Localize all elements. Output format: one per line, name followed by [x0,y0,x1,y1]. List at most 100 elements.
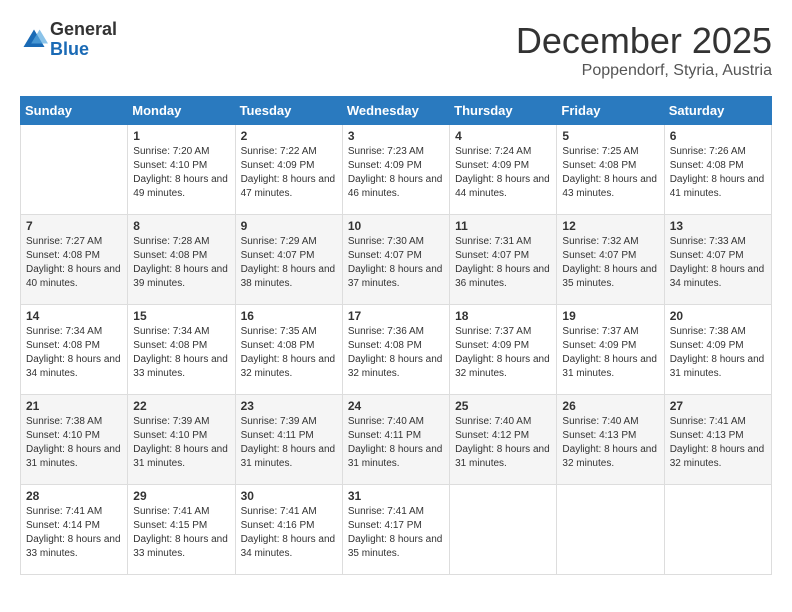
calendar-cell: 21 Sunrise: 7:38 AM Sunset: 4:10 PM Dayli… [21,395,128,485]
day-number: 16 [241,309,337,323]
day-number: 21 [26,399,122,413]
day-info: Sunrise: 7:41 AM Sunset: 4:15 PM Dayligh… [133,505,229,561]
page-header: General Blue December 2025 Poppendorf, S… [20,20,772,80]
day-info: Sunrise: 7:29 AM Sunset: 4:07 PM Dayligh… [241,235,337,291]
month-title: December 2025 [516,20,772,62]
day-number: 23 [241,399,337,413]
day-info: Sunrise: 7:27 AM Sunset: 4:08 PM Dayligh… [26,235,122,291]
calendar-cell: 30 Sunrise: 7:41 AM Sunset: 4:16 PM Dayli… [235,485,342,575]
day-info: Sunrise: 7:30 AM Sunset: 4:07 PM Dayligh… [348,235,444,291]
logo-icon [20,26,48,54]
day-info: Sunrise: 7:23 AM Sunset: 4:09 PM Dayligh… [348,145,444,201]
calendar-cell: 20Sunrise: 7:38 AM Sunset: 4:09 PM Dayli… [664,305,771,395]
day-number: 11 [455,219,551,233]
day-number: 20 [670,309,766,323]
day-info: Sunrise: 7:26 AM Sunset: 4:08 PM Dayligh… [670,145,766,201]
calendar-cell: 9Sunrise: 7:29 AM Sunset: 4:07 PM Daylig… [235,215,342,305]
day-info: Sunrise: 7:28 AM Sunset: 4:08 PM Dayligh… [133,235,229,291]
day-number: 6 [670,129,766,143]
day-number: 28 [26,489,122,503]
logo-blue-text: Blue [50,40,117,60]
day-info: Sunrise: 7:41 AM Sunset: 4:17 PM Dayligh… [348,505,444,561]
calendar-cell: 27Sunrise: 7:41 AM Sunset: 4:13 PM Dayli… [664,395,771,485]
calendar-cell: 5 Sunrise: 7:25 AM Sunset: 4:08 PM Daylig… [557,125,664,215]
calendar-cell: 22 Sunrise: 7:39 AM Sunset: 4:10 PM Dayli… [128,395,235,485]
day-info: Sunrise: 7:36 AM Sunset: 4:08 PM Dayligh… [348,325,444,381]
day-number: 13 [670,219,766,233]
calendar-cell: 26Sunrise: 7:40 AM Sunset: 4:13 PM Dayli… [557,395,664,485]
day-number: 5 [562,129,658,143]
calendar-cell [664,485,771,575]
calendar-week-row: 14 Sunrise: 7:34 AM Sunset: 4:08 PM Dayli… [21,305,772,395]
day-number: 30 [241,489,337,503]
calendar-table: SundayMondayTuesdayWednesdayThursdayFrid… [20,96,772,575]
day-info: Sunrise: 7:22 AM Sunset: 4:09 PM Dayligh… [241,145,337,201]
day-number: 10 [348,219,444,233]
calendar-cell: 13 Sunrise: 7:33 AM Sunset: 4:07 PM Dayli… [664,215,771,305]
day-info: Sunrise: 7:39 AM Sunset: 4:11 PM Dayligh… [241,415,337,471]
calendar-cell: 7 Sunrise: 7:27 AM Sunset: 4:08 PM Daylig… [21,215,128,305]
weekday-header: Monday [128,97,235,125]
day-number: 19 [562,309,658,323]
calendar-week-row: 21 Sunrise: 7:38 AM Sunset: 4:10 PM Dayli… [21,395,772,485]
day-number: 15 [133,309,229,323]
day-number: 18 [455,309,551,323]
weekday-header: Thursday [450,97,557,125]
calendar-cell: 8 Sunrise: 7:28 AM Sunset: 4:08 PM Daylig… [128,215,235,305]
location: Poppendorf, Styria, Austria [516,62,772,80]
calendar-week-row: 7 Sunrise: 7:27 AM Sunset: 4:08 PM Daylig… [21,215,772,305]
day-number: 26 [562,399,658,413]
day-info: Sunrise: 7:37 AM Sunset: 4:09 PM Dayligh… [455,325,551,381]
calendar-cell: 24Sunrise: 7:40 AM Sunset: 4:11 PM Dayli… [342,395,449,485]
logo-text: General Blue [50,20,117,60]
calendar-cell: 3Sunrise: 7:23 AM Sunset: 4:09 PM Daylig… [342,125,449,215]
day-info: Sunrise: 7:37 AM Sunset: 4:09 PM Dayligh… [562,325,658,381]
day-info: Sunrise: 7:25 AM Sunset: 4:08 PM Dayligh… [562,145,658,201]
day-number: 29 [133,489,229,503]
calendar-cell: 2 Sunrise: 7:22 AM Sunset: 4:09 PM Daylig… [235,125,342,215]
calendar-header-row: SundayMondayTuesdayWednesdayThursdayFrid… [21,97,772,125]
calendar-week-row: 1 Sunrise: 7:20 AM Sunset: 4:10 PM Daylig… [21,125,772,215]
day-number: 8 [133,219,229,233]
calendar-cell [557,485,664,575]
day-number: 1 [133,129,229,143]
calendar-cell: 23 Sunrise: 7:39 AM Sunset: 4:11 PM Dayli… [235,395,342,485]
weekday-header: Wednesday [342,97,449,125]
weekday-header: Saturday [664,97,771,125]
weekday-header: Friday [557,97,664,125]
calendar-cell: 31 Sunrise: 7:41 AM Sunset: 4:17 PM Dayli… [342,485,449,575]
calendar-cell: 19 Sunrise: 7:37 AM Sunset: 4:09 PM Dayli… [557,305,664,395]
day-info: Sunrise: 7:41 AM Sunset: 4:16 PM Dayligh… [241,505,337,561]
calendar-week-row: 28 Sunrise: 7:41 AM Sunset: 4:14 PM Dayli… [21,485,772,575]
day-info: Sunrise: 7:41 AM Sunset: 4:14 PM Dayligh… [26,505,122,561]
day-number: 31 [348,489,444,503]
day-info: Sunrise: 7:38 AM Sunset: 4:10 PM Dayligh… [26,415,122,471]
day-number: 2 [241,129,337,143]
logo: General Blue [20,20,117,60]
calendar-cell: 17 Sunrise: 7:36 AM Sunset: 4:08 PM Dayli… [342,305,449,395]
day-number: 14 [26,309,122,323]
logo-general: General [50,20,117,40]
day-number: 27 [670,399,766,413]
calendar-cell: 12Sunrise: 7:32 AM Sunset: 4:07 PM Dayli… [557,215,664,305]
calendar-cell: 18 Sunrise: 7:37 AM Sunset: 4:09 PM Dayli… [450,305,557,395]
day-number: 7 [26,219,122,233]
day-number: 12 [562,219,658,233]
day-info: Sunrise: 7:33 AM Sunset: 4:07 PM Dayligh… [670,235,766,291]
day-info: Sunrise: 7:24 AM Sunset: 4:09 PM Dayligh… [455,145,551,201]
day-number: 22 [133,399,229,413]
day-number: 24 [348,399,444,413]
day-info: Sunrise: 7:40 AM Sunset: 4:12 PM Dayligh… [455,415,551,471]
day-info: Sunrise: 7:34 AM Sunset: 4:08 PM Dayligh… [133,325,229,381]
calendar-cell [450,485,557,575]
calendar-cell [21,125,128,215]
calendar-cell: 14Sunrise: 7:34 AM Sunset: 4:08 PM Dayli… [21,305,128,395]
day-info: Sunrise: 7:39 AM Sunset: 4:10 PM Dayligh… [133,415,229,471]
day-info: Sunrise: 7:35 AM Sunset: 4:08 PM Dayligh… [241,325,337,381]
day-number: 4 [455,129,551,143]
calendar-cell: 11Sunrise: 7:31 AM Sunset: 4:07 PM Dayli… [450,215,557,305]
day-info: Sunrise: 7:20 AM Sunset: 4:10 PM Dayligh… [133,145,229,201]
calendar-cell: 4 Sunrise: 7:24 AM Sunset: 4:09 PM Daylig… [450,125,557,215]
calendar-cell: 6 Sunrise: 7:26 AM Sunset: 4:08 PM Daylig… [664,125,771,215]
day-number: 17 [348,309,444,323]
